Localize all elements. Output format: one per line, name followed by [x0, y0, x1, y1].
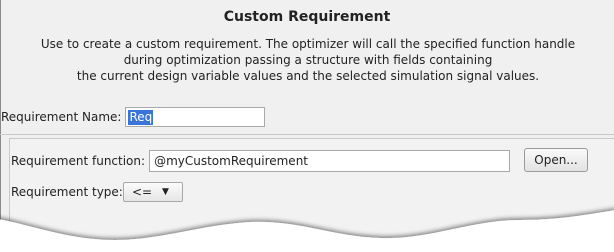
torn-edge: [0, 210, 614, 252]
custom-requirement-dialog: Custom Requirement Use to create a custo…: [0, 0, 614, 252]
